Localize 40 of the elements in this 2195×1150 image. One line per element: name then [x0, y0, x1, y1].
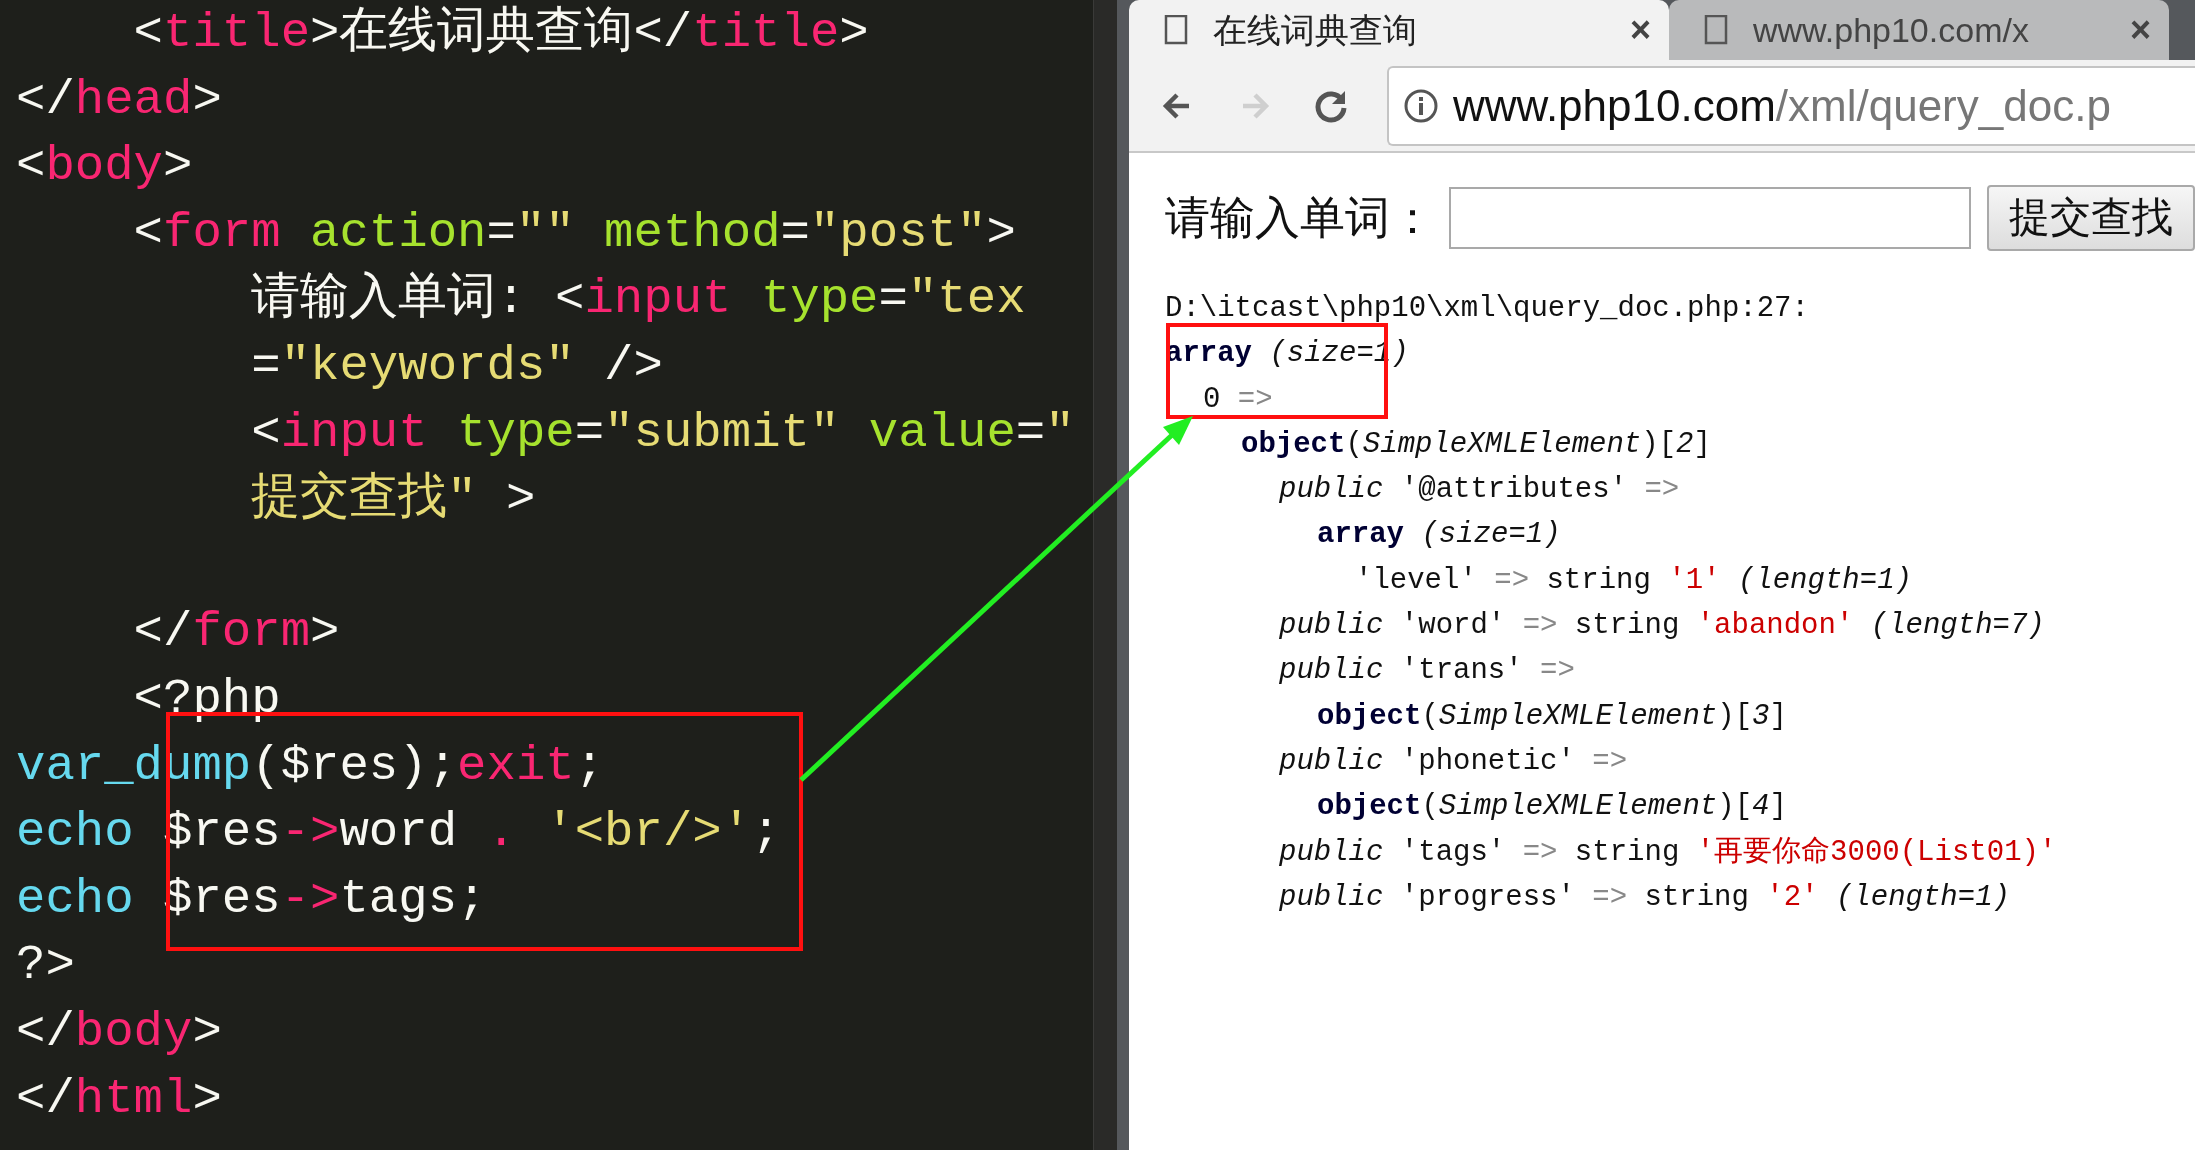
dump-line: 0 => [1203, 381, 1273, 418]
dump-line: object(SimpleXMLElement)[3] [1317, 698, 1787, 735]
code-line: <body> [16, 137, 194, 197]
tab-title: 在线词典查询 [1213, 10, 1418, 50]
close-tab-button[interactable]: × [2129, 10, 2151, 50]
browser-tab[interactable]: 在线词典查询 × [1129, 0, 1669, 60]
dump-line: array (size=1) [1317, 517, 1561, 554]
editor-scrollbar[interactable] [1093, 0, 1117, 1150]
address-bar[interactable]: www.php10.com/xml/query_doc.p [1387, 65, 2195, 146]
word-label: 请输入单词： [1165, 191, 1435, 246]
code-line: </form> [132, 603, 341, 663]
dump-line: 'level' => string '1' (length=1) [1355, 562, 1912, 599]
code-line: 提交查找" > [250, 469, 537, 530]
dump-line: public 'word' => string 'abandon' (length=7) [1279, 608, 2045, 645]
code-line: </body> [16, 1002, 223, 1062]
url-text: www.php10.com/xml/query_doc.p [1453, 79, 2111, 132]
code-line: ?> [16, 936, 76, 996]
dump-line: object(SimpleXMLElement)[4] [1317, 789, 1787, 826]
dump-line: public '@attributes' => [1279, 472, 1680, 509]
submit-button[interactable]: 提交查找 [1987, 185, 2195, 251]
code-line: ="keywords" /> [250, 336, 664, 396]
browser-tab[interactable]: www.php10.com/x × [1669, 0, 2169, 60]
dump-line: public 'phonetic' => [1279, 743, 1628, 780]
code-line: <title>在线词典查询</title> [132, 4, 870, 63]
word-input[interactable] [1449, 187, 1971, 249]
close-tab-button[interactable]: × [1629, 10, 1651, 50]
code-line: <input type="submit" value=" [250, 403, 1076, 463]
page-icon [1703, 15, 1729, 45]
page-icon [1163, 15, 1189, 45]
tab-title: www.php10.com/x [1753, 10, 2030, 50]
dump-line: object(SimpleXMLElement)[2] [1241, 426, 1711, 463]
code-line: </html> [16, 1069, 223, 1129]
dump-line: public 'trans' => [1279, 653, 1575, 690]
code-line: 请输入单词: <input type="tex [250, 270, 1027, 330]
info-icon[interactable] [1403, 87, 1439, 124]
dump-line: public 'tags' => string '再要你命3000(List01)' [1279, 834, 2057, 871]
code-line: </head> [16, 70, 223, 130]
code-line: <form action="" method="post"> [132, 203, 1017, 263]
dump-line: D:\itcast\php10\xml\query_doc.php:27: [1165, 291, 1809, 327]
dump-line: public 'progress' => string '2' (length=1) [1279, 879, 2010, 916]
